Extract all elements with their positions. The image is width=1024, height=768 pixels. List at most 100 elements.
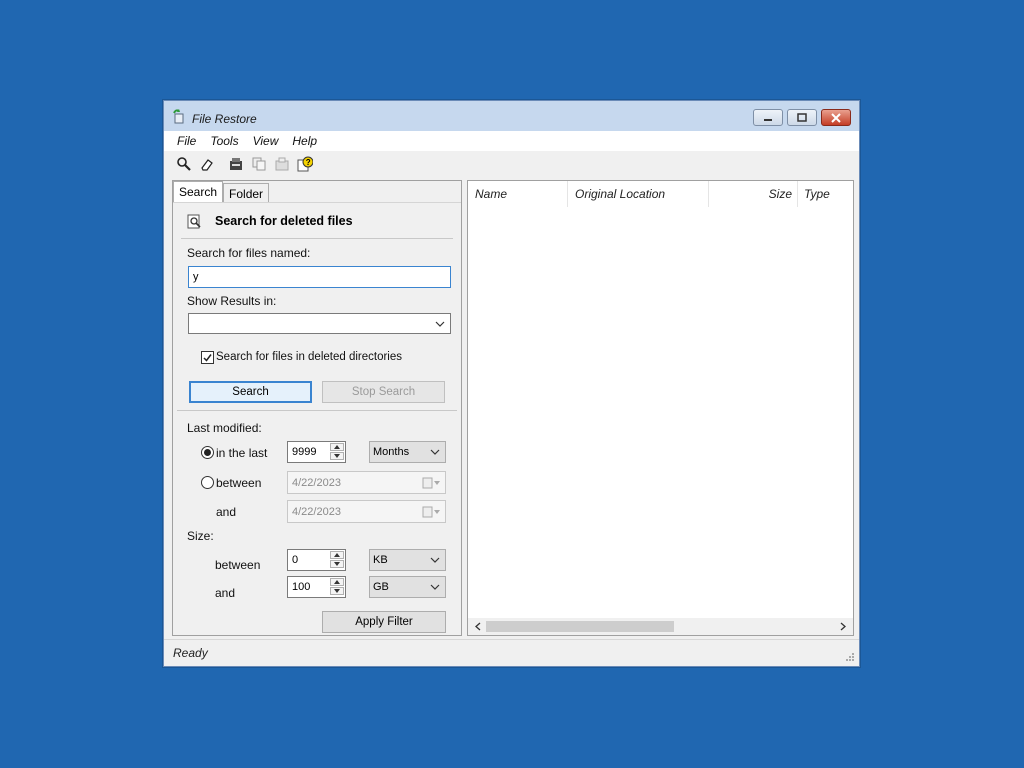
spin-up-button[interactable]	[330, 551, 344, 559]
svg-text:?: ?	[306, 158, 311, 167]
search-heading: Search for deleted files	[187, 213, 353, 229]
size-max-stepper[interactable]: 100	[287, 576, 346, 598]
spin-down-button[interactable]	[330, 560, 344, 568]
search-button[interactable]: Search	[189, 381, 312, 403]
checkmark-icon	[203, 354, 212, 362]
menu-tools[interactable]: Tools	[203, 134, 245, 148]
search-panel: Search Folder Search for deleted files S…	[172, 180, 462, 636]
minimize-icon	[764, 118, 772, 121]
files-named-value: y	[193, 271, 199, 283]
chevron-down-icon	[435, 321, 445, 327]
scroll-right-button[interactable]	[835, 618, 851, 635]
chevron-up-icon	[334, 445, 340, 449]
menu-bar: File Tools View Help	[164, 131, 859, 151]
column-header-type[interactable]: Type	[798, 181, 854, 207]
size-min-value: 0	[292, 554, 299, 566]
spin-up-button[interactable]	[330, 578, 344, 586]
file-restore-window: File Restore File Tools View Help ? Sear…	[163, 100, 860, 667]
clear-toolbar-button[interactable]	[199, 156, 215, 172]
spin-up-button[interactable]	[330, 443, 344, 451]
chevron-down-icon	[334, 562, 340, 566]
date-to-picker[interactable]: 4/22/2023	[287, 500, 446, 523]
maximize-icon	[797, 113, 807, 122]
size-min-stepper[interactable]: 0	[287, 549, 346, 571]
chevron-down-icon	[334, 589, 340, 593]
chevron-down-icon	[430, 449, 440, 455]
search-heading-text: Search for deleted files	[215, 214, 353, 228]
column-header-size[interactable]: Size	[709, 181, 798, 207]
show-results-combo[interactable]	[188, 313, 451, 334]
spin-down-button[interactable]	[330, 452, 344, 460]
help-toolbar-button[interactable]: ?	[297, 156, 313, 172]
chevron-up-icon	[334, 553, 340, 557]
divider	[177, 410, 457, 411]
calendar-icon	[422, 477, 440, 488]
menu-view[interactable]: View	[246, 134, 286, 148]
scroll-left-button[interactable]	[470, 618, 486, 635]
properties-toolbar-button[interactable]	[274, 156, 290, 172]
resize-grip-icon[interactable]	[845, 652, 855, 662]
tab-search[interactable]: Search	[173, 181, 224, 203]
size-and-label: and	[215, 586, 236, 600]
size-label: Size:	[187, 529, 214, 543]
size-min-unit-select[interactable]: KB	[369, 549, 446, 571]
title-bar[interactable]: File Restore	[164, 101, 859, 131]
size-max-unit-select[interactable]: GB	[369, 576, 446, 598]
divider	[181, 238, 453, 239]
menu-help[interactable]: Help	[285, 134, 324, 148]
files-named-input[interactable]: y	[188, 266, 451, 288]
close-icon	[831, 112, 841, 123]
apply-filter-button[interactable]: Apply Filter	[322, 611, 446, 633]
toolbar: ?	[164, 151, 859, 177]
date-and-label: and	[216, 505, 237, 519]
stop-search-button[interactable]: Stop Search	[322, 381, 445, 403]
calendar-icon	[422, 506, 440, 517]
menu-file[interactable]: File	[164, 134, 203, 148]
in-the-last-value: 9999	[292, 446, 317, 458]
chevron-up-icon	[334, 580, 340, 584]
chevron-down-icon	[334, 454, 340, 458]
date-from-picker[interactable]: 4/22/2023	[287, 471, 446, 494]
radio-selected-dot	[204, 449, 211, 456]
date-to-value: 4/22/2023	[292, 505, 341, 518]
horizontal-scrollbar[interactable]	[468, 618, 853, 635]
in-the-last-label: in the last	[216, 446, 268, 460]
in-the-last-unit-value: Months	[373, 446, 410, 458]
deleted-dirs-checkbox[interactable]	[201, 351, 214, 364]
restore-icon	[230, 158, 242, 170]
column-header-name[interactable]: Name	[468, 181, 568, 207]
search-tab-content: Search for deleted files Search for file…	[173, 202, 461, 635]
results-list[interactable]: Name Original Location Size Type	[467, 180, 854, 636]
magnifier-icon	[177, 157, 191, 171]
last-modified-label: Last modified:	[187, 421, 262, 435]
restore-toolbar-button[interactable]	[228, 156, 244, 172]
files-named-label: Search for files named:	[187, 246, 311, 260]
minimize-button[interactable]	[753, 109, 783, 126]
show-results-label: Show Results in:	[187, 294, 277, 308]
deleted-dirs-label: Search for files in deleted directories	[216, 351, 403, 363]
size-max-value: 100	[292, 581, 311, 593]
tab-folder[interactable]: Folder	[223, 183, 270, 203]
date-from-value: 4/22/2023	[292, 476, 341, 489]
window-title: File Restore	[192, 112, 257, 126]
size-max-unit-value: GB	[373, 581, 389, 593]
chevron-down-icon	[430, 584, 440, 590]
in-the-last-radio[interactable]	[201, 446, 214, 459]
status-bar: Ready	[164, 639, 859, 666]
copy-toolbar-button[interactable]	[251, 156, 267, 172]
chevron-down-icon	[430, 557, 440, 563]
close-button[interactable]	[821, 109, 851, 126]
spin-down-button[interactable]	[330, 587, 344, 595]
help-icon: ?	[297, 156, 313, 172]
between-dates-radio[interactable]	[201, 476, 214, 489]
column-header-original-location[interactable]: Original Location	[568, 181, 709, 207]
scrollbar-thumb[interactable]	[486, 621, 674, 632]
search-toolbar-button[interactable]	[176, 156, 192, 172]
size-between-label: between	[215, 558, 261, 572]
chevron-right-icon	[840, 622, 846, 631]
in-the-last-stepper[interactable]: 9999	[287, 441, 346, 463]
in-the-last-unit-select[interactable]: Months	[369, 441, 446, 463]
maximize-button[interactable]	[787, 109, 817, 126]
copy-icon	[252, 157, 266, 171]
panel-tabs: Search Folder	[173, 181, 270, 203]
